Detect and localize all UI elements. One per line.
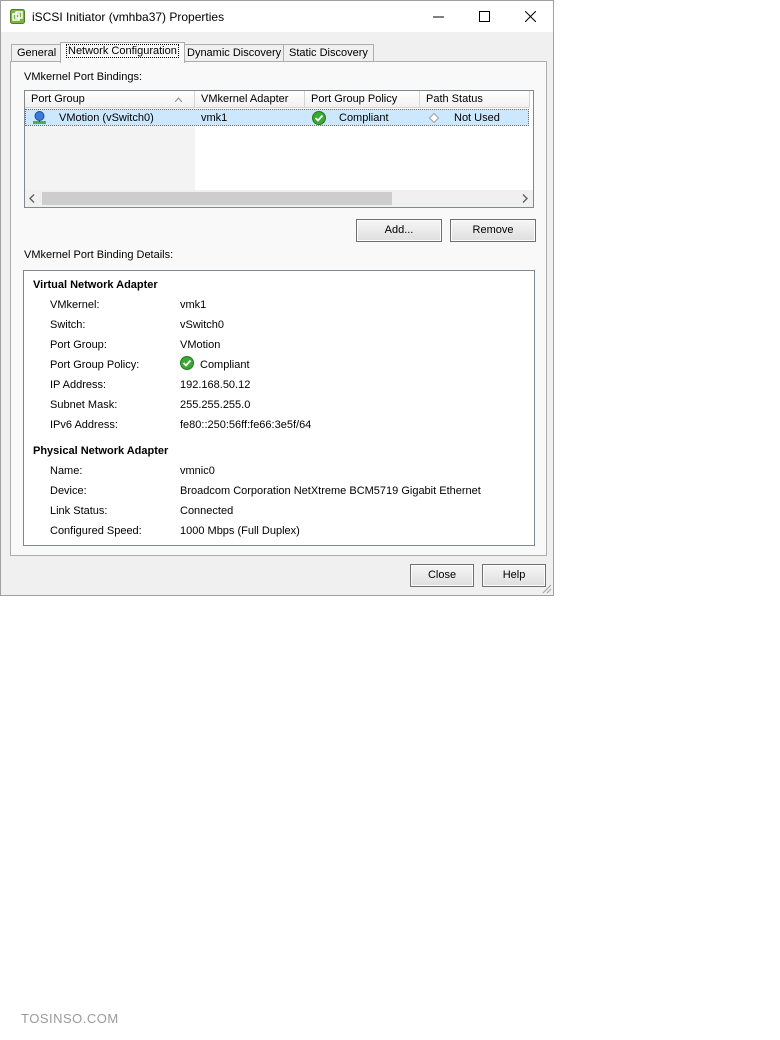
detail-value: vmk1	[180, 299, 207, 311]
close-icon	[524, 11, 536, 22]
watermark-text: TOSINSO.COM	[21, 1011, 119, 1026]
port-group-icon	[33, 111, 46, 124]
detail-key: IP Address:	[50, 379, 107, 391]
cell-port-group: VMotion (vSwitch0)	[59, 112, 154, 124]
detail-value: 1000 Mbps (Full Duplex)	[180, 525, 300, 537]
network-configuration-panel: VMkernel Port Bindings: Port Group VMker…	[10, 61, 547, 556]
detail-value: VMotion	[180, 339, 221, 351]
scroll-right-icon[interactable]	[522, 194, 528, 203]
minimize-icon	[432, 16, 444, 18]
remove-button[interactable]: Remove	[450, 219, 536, 242]
detail-value: vSwitch0	[180, 319, 225, 331]
compliant-check-icon	[180, 356, 194, 370]
window-title: iSCSI Initiator (vmhba37) Properties	[32, 10, 225, 24]
resize-grip-icon[interactable]	[540, 582, 552, 594]
detail-key: Port Group:	[50, 339, 107, 351]
detail-key: Switch:	[50, 319, 86, 331]
detail-key: Link Status:	[50, 505, 108, 517]
detail-value: 255.255.255.0	[180, 399, 251, 411]
help-button[interactable]: Help	[482, 564, 546, 587]
add-button[interactable]: Add...	[356, 219, 442, 242]
sort-indicator-icon	[175, 97, 182, 102]
tab-dynamic-discovery[interactable]: Dynamic Discovery	[181, 44, 288, 61]
close-button[interactable]: Close	[410, 564, 474, 587]
vsphere-app-icon	[10, 9, 25, 24]
detail-value: vmnic0	[180, 465, 215, 477]
tab-static-discovery[interactable]: Static Discovery	[283, 44, 374, 61]
tab-general[interactable]: General	[11, 44, 63, 61]
title-bar: iSCSI Initiator (vmhba37) Properties	[1, 1, 553, 32]
detail-key: Configured Speed:	[50, 525, 142, 537]
detail-key: Name:	[50, 465, 83, 477]
detail-value: fe80::250:56ff:fe66:3e5f/64	[180, 419, 312, 431]
column-header-vmkernel-adapter[interactable]: VMkernel Adapter	[195, 91, 305, 108]
virtual-adapter-heading: Virtual Network Adapter	[33, 279, 158, 291]
tab-network-configuration-label: Network Configuration	[66, 44, 179, 58]
column-header-port-group-policy[interactable]: Port Group Policy	[305, 91, 420, 108]
close-window-button[interactable]	[507, 1, 553, 32]
maximize-icon	[478, 11, 490, 22]
maximize-button[interactable]	[461, 1, 507, 32]
column-header-path-status[interactable]: Path Status	[420, 91, 530, 108]
detail-key: VMkernel:	[50, 299, 100, 311]
scroll-left-icon[interactable]	[29, 194, 35, 203]
detail-key: Subnet Mask:	[50, 399, 118, 411]
properties-dialog: iSCSI Initiator (vmhba37) Properties Gen…	[0, 0, 554, 596]
compliant-check-icon	[312, 111, 326, 125]
port-bindings-table: Port Group VMkernel Adapter Port Group P…	[24, 90, 534, 208]
physical-adapter-heading: Physical Network Adapter	[33, 445, 169, 457]
tab-network-configuration[interactable]: Network Configuration	[60, 42, 185, 63]
binding-details-box: Virtual Network Adapter VMkernel: vmk1 S…	[23, 270, 535, 546]
detail-key: Port Group Policy:	[50, 359, 140, 371]
detail-value: Connected	[180, 505, 234, 517]
horizontal-scrollbar[interactable]	[25, 190, 533, 207]
scrollbar-thumb[interactable]	[42, 192, 392, 205]
cell-vmkernel-adapter: vmk1	[201, 112, 228, 124]
port-bindings-label: VMkernel Port Bindings:	[24, 71, 142, 83]
minimize-button[interactable]	[415, 1, 461, 32]
detail-value: Compliant	[200, 359, 250, 371]
cell-port-group-policy: Compliant	[339, 112, 389, 124]
detail-value: 192.168.50.12	[180, 379, 251, 391]
detail-key: Device:	[50, 485, 87, 497]
column-header-port-group[interactable]: Port Group	[25, 91, 195, 108]
detail-key: IPv6 Address:	[50, 419, 118, 431]
table-row[interactable]: VMotion (vSwitch0) vmk1 Compliant Not Us…	[25, 109, 529, 126]
binding-details-label: VMkernel Port Binding Details:	[24, 249, 174, 261]
path-status-diamond-icon	[429, 113, 439, 123]
cell-path-status: Not Used	[454, 112, 500, 124]
detail-value: Broadcom Corporation NetXtreme BCM5719 G…	[180, 485, 481, 497]
